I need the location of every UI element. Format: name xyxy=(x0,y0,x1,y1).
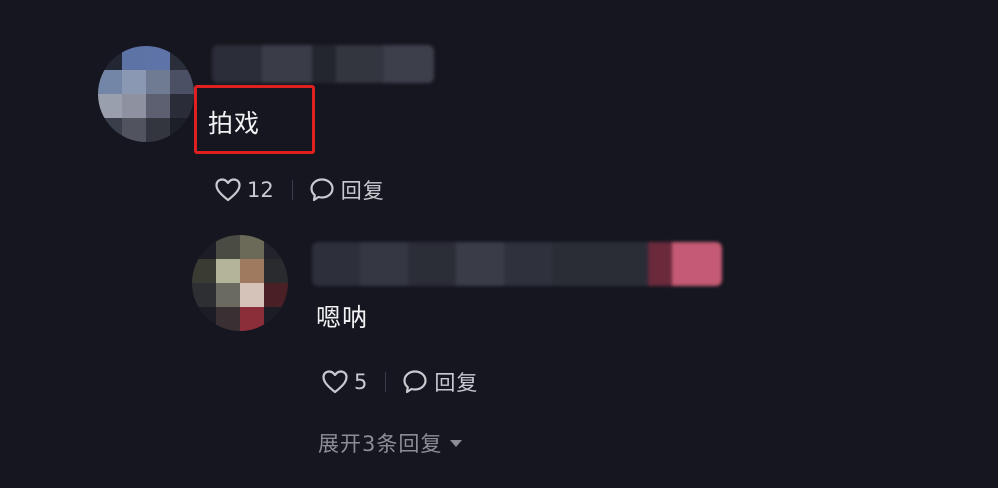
expand-replies-button[interactable]: 展开3条回复 xyxy=(318,428,463,458)
reply-actions: 5 回复 xyxy=(322,367,478,397)
username-blurred[interactable] xyxy=(212,45,434,83)
reply-username-blurred[interactable] xyxy=(312,242,722,286)
speech-bubble-icon xyxy=(309,177,335,203)
reply-button[interactable]: 回复 xyxy=(309,175,385,205)
speech-bubble-icon xyxy=(402,369,428,395)
reply-like-button[interactable]: 5 xyxy=(322,370,367,394)
avatar[interactable] xyxy=(98,46,194,142)
caret-down-icon xyxy=(450,439,463,447)
heart-outline-icon xyxy=(322,370,348,394)
comment-text: 拍戏 xyxy=(208,109,261,138)
reply-avatar[interactable] xyxy=(192,235,288,331)
reply-label: 回复 xyxy=(340,179,385,203)
reply-label: 回复 xyxy=(434,371,479,395)
like-button[interactable]: 12 xyxy=(215,178,274,202)
divider xyxy=(385,372,387,392)
comment-actions: 12 回复 xyxy=(215,175,385,205)
heart-outline-icon xyxy=(215,178,241,202)
expand-label: 展开3条回复 xyxy=(318,432,443,456)
reply-like-count: 5 xyxy=(354,370,368,394)
divider xyxy=(291,180,293,200)
reply-text: 嗯呐 xyxy=(316,303,369,332)
like-count: 12 xyxy=(247,178,274,202)
reply-reply-button[interactable]: 回复 xyxy=(402,367,478,397)
